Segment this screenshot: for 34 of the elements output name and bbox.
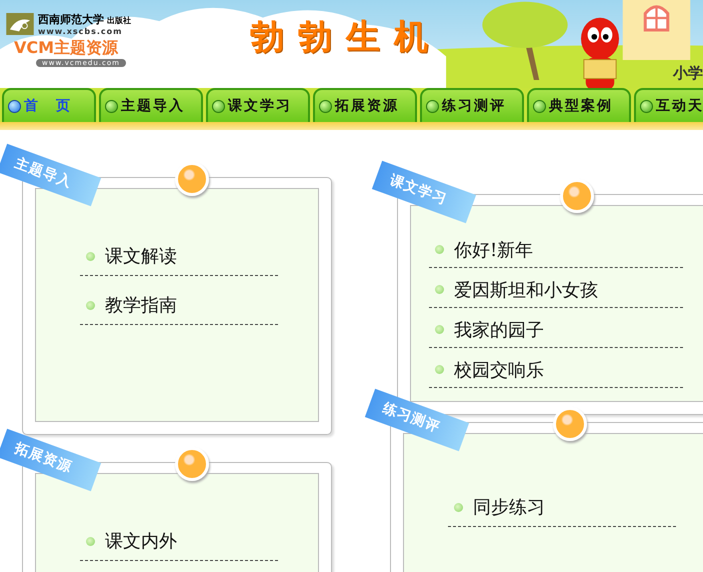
nav-tab[interactable]: 课文学习 — [206, 88, 310, 122]
list-link[interactable]: 校园交响乐 — [454, 358, 544, 382]
book-emblem-icon — [6, 13, 34, 35]
pin-icon — [175, 162, 209, 196]
nav-tab[interactable]: 主题导入 — [99, 88, 203, 122]
nav-tab[interactable]: 典型案例 — [527, 88, 631, 122]
bullet-icon — [454, 502, 463, 512]
publisher-url: www.xscbs.com — [38, 27, 124, 36]
brand-name: VCM主题资源 — [14, 38, 118, 59]
list-link[interactable]: 课文内外 — [105, 529, 177, 553]
pin-icon — [175, 447, 209, 481]
page-title: 勃勃生机 — [250, 16, 442, 59]
corner-text: 小学 — [673, 64, 703, 83]
nav-tab[interactable]: 互动天 — [634, 88, 703, 122]
bullet-icon — [86, 536, 95, 546]
pin-icon — [560, 179, 594, 213]
list-link[interactable]: 我家的园子 — [454, 318, 544, 342]
pin-icon — [553, 407, 587, 441]
list-link[interactable]: 教学指南 — [105, 293, 177, 317]
list-link[interactable]: 你好!新年 — [454, 238, 534, 262]
bullet-icon — [435, 325, 444, 334]
nav-tab[interactable]: 首 页 — [2, 88, 96, 122]
nav-tab[interactable]: 练习测评 — [420, 88, 524, 122]
bullet-icon — [86, 252, 95, 260]
nav-tab[interactable]: 拓展资源 — [313, 88, 417, 122]
bullet-icon — [86, 300, 95, 310]
bullet-icon — [435, 245, 444, 254]
publisher-name: 西南师范大学 — [38, 12, 104, 27]
bullet-icon — [435, 285, 444, 294]
bullet-icon — [435, 365, 444, 374]
list-link[interactable]: 爱因斯坦和小女孩 — [454, 278, 598, 302]
list-link[interactable]: 同步练习 — [473, 495, 545, 519]
publisher-suffix: 出版社 — [107, 15, 131, 26]
list-link[interactable]: 课文解读 — [105, 244, 177, 268]
